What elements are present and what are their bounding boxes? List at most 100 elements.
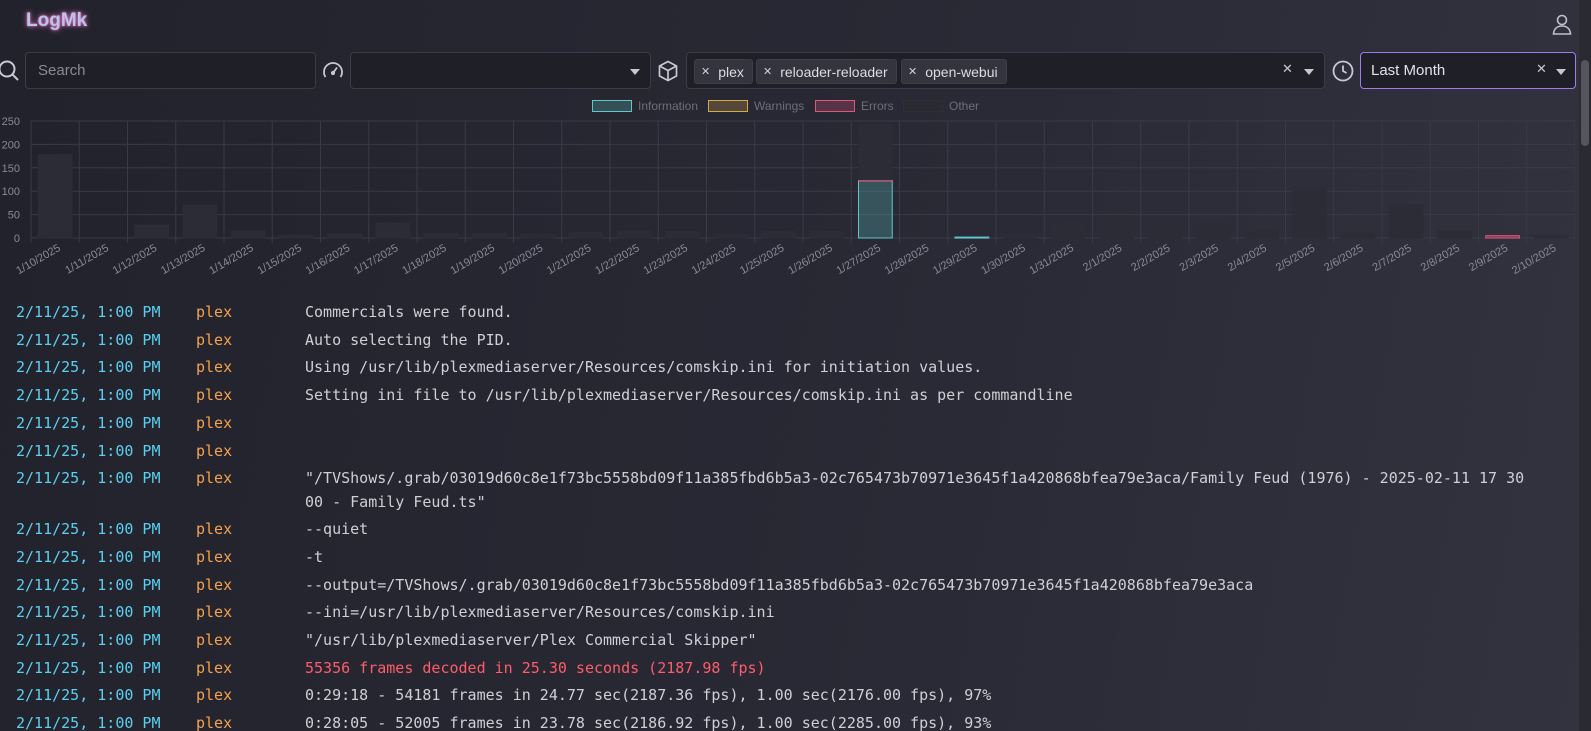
log-message: --output=/TVShows/.grab/03019d60c8e1f73b… bbox=[305, 575, 1254, 594]
source-chip: ✕ open-webui bbox=[901, 59, 1007, 84]
legend-swatch bbox=[903, 100, 943, 112]
bar-other bbox=[1533, 234, 1569, 239]
log-source: plex bbox=[196, 631, 233, 649]
x-tick-label: 1/10/2025 bbox=[14, 242, 62, 277]
log-timestamp: 2/11/25, 1:00 PM bbox=[16, 386, 161, 405]
x-tick-label: 2/8/2025 bbox=[1419, 242, 1462, 274]
level-select[interactable] bbox=[350, 52, 651, 89]
legend-swatch bbox=[708, 100, 748, 112]
bar-other bbox=[1388, 204, 1424, 239]
scrollbar-thumb[interactable] bbox=[1581, 60, 1589, 146]
bar-errors bbox=[1485, 235, 1521, 239]
x-tick-label: 2/5/2025 bbox=[1274, 242, 1317, 274]
bar-other bbox=[1099, 215, 1135, 239]
log-timestamp: 2/11/25, 1:00 PM bbox=[16, 603, 161, 622]
x-tick-label: 1/11/2025 bbox=[63, 242, 111, 276]
bar-other bbox=[1340, 232, 1376, 239]
x-tick-label: 1/24/2025 bbox=[690, 242, 738, 277]
x-tick-label: 1/17/2025 bbox=[352, 242, 400, 277]
x-tick-label: 2/7/2025 bbox=[1371, 242, 1414, 274]
x-tick-label: 1/19/2025 bbox=[448, 242, 496, 277]
source-chip-label: reloader-reloader bbox=[780, 63, 888, 80]
bar-other bbox=[1292, 187, 1328, 239]
bar-other bbox=[1195, 222, 1231, 239]
source-chip-label: plex bbox=[718, 63, 744, 80]
x-tick-label: 1/14/2025 bbox=[207, 242, 255, 277]
log-timestamp: 2/11/25, 1:00 PM bbox=[16, 575, 161, 594]
x-tick-label: 1/20/2025 bbox=[497, 242, 545, 277]
legend-label: Warnings bbox=[754, 99, 805, 113]
log-source: plex bbox=[196, 603, 233, 622]
y-tick-label: 200 bbox=[2, 139, 20, 151]
log-timestamp: 2/11/25, 1:00 PM bbox=[16, 413, 161, 432]
chevron-down-icon[interactable] bbox=[630, 69, 640, 75]
x-tick-label: 1/15/2025 bbox=[255, 242, 303, 277]
x-tick-label: 1/13/2025 bbox=[159, 242, 207, 277]
log-source: plex bbox=[196, 386, 233, 405]
legend-item-warnings[interactable]: Warnings bbox=[708, 99, 804, 113]
log-message: Using /usr/lib/plexmediaserver/Resources… bbox=[305, 358, 983, 377]
scrollbar[interactable] bbox=[1579, 0, 1591, 731]
log-message: "/TVShows/.grab/03019d60c8e1f73bc5558bd0… bbox=[305, 469, 1534, 512]
x-tick-label: 1/27/2025 bbox=[834, 242, 882, 277]
log-source: plex bbox=[196, 714, 233, 731]
x-tick-label: 1/28/2025 bbox=[883, 242, 931, 277]
chevron-down-icon[interactable] bbox=[1556, 69, 1566, 75]
legend-swatch bbox=[592, 100, 632, 112]
remove-chip-icon[interactable]: ✕ bbox=[908, 65, 917, 78]
clear-time-icon[interactable]: ✕ bbox=[1536, 62, 1547, 77]
clear-sources-icon[interactable]: ✕ bbox=[1282, 62, 1293, 77]
legend-item-other[interactable]: Other bbox=[903, 99, 979, 113]
log-timestamp: 2/11/25, 1:00 PM bbox=[16, 358, 161, 377]
log-timestamp: 2/11/25, 1:00 PM bbox=[16, 714, 161, 731]
log-message: Auto selecting the PID. bbox=[305, 330, 513, 349]
legend-label: Information bbox=[638, 99, 699, 113]
log-timestamp: 2/11/25, 1:00 PM bbox=[16, 469, 161, 488]
log-source: plex bbox=[196, 303, 233, 321]
legend-item-information[interactable]: Information bbox=[592, 99, 698, 113]
bar-other bbox=[1050, 222, 1086, 239]
bar-other bbox=[857, 123, 893, 180]
log-timestamp: 2/11/25, 1:00 PM bbox=[16, 631, 161, 649]
app-logo: LogMk bbox=[26, 10, 88, 31]
gauge-icon bbox=[323, 62, 343, 78]
remove-chip-icon[interactable]: ✕ bbox=[701, 65, 710, 78]
search-input[interactable] bbox=[26, 53, 315, 88]
bar-other bbox=[230, 230, 266, 239]
log-message: Setting ini file to /usr/lib/plexmediase… bbox=[305, 386, 1073, 405]
search-icon bbox=[0, 60, 19, 81]
log-message: 0:28:05 - 52005 frames in 23.78 sec(2186… bbox=[305, 714, 992, 731]
source-multiselect[interactable]: ✕ plex ✕ reloader-reloader ✕ open-webui … bbox=[686, 52, 1325, 89]
log-timestamp: 2/11/25, 1:00 PM bbox=[16, 520, 161, 539]
x-tick-label: 1/31/2025 bbox=[1027, 242, 1075, 277]
bar-other bbox=[568, 231, 604, 239]
time-range-select[interactable]: Last Month ✕ bbox=[1360, 52, 1576, 89]
bar-other bbox=[713, 233, 749, 239]
log-source: plex bbox=[196, 686, 233, 705]
y-tick-label: 250 bbox=[2, 116, 20, 128]
user-icon[interactable] bbox=[1550, 12, 1574, 36]
legend-label: Other bbox=[949, 99, 980, 113]
log-source: plex bbox=[196, 330, 233, 349]
bar-other bbox=[278, 234, 314, 239]
x-tick-label: 1/26/2025 bbox=[786, 242, 834, 277]
x-tick-label: 1/29/2025 bbox=[931, 242, 979, 277]
x-tick-label: 1/16/2025 bbox=[304, 242, 352, 277]
source-chip: ✕ plex bbox=[694, 59, 753, 84]
source-chip: ✕ reloader-reloader bbox=[756, 59, 897, 84]
x-tick-label: 2/1/2025 bbox=[1081, 242, 1124, 274]
chevron-down-icon[interactable] bbox=[1304, 69, 1314, 75]
log-message: Commercials were found. bbox=[305, 303, 513, 321]
log-timestamp: 2/11/25, 1:00 PM bbox=[16, 547, 161, 566]
x-tick-label: 1/22/2025 bbox=[593, 242, 641, 277]
bar-other bbox=[616, 230, 652, 239]
x-tick-label: 1/21/2025 bbox=[545, 242, 593, 277]
remove-chip-icon[interactable]: ✕ bbox=[763, 65, 772, 78]
log-source: plex bbox=[196, 658, 233, 677]
x-tick-label: 1/12/2025 bbox=[111, 242, 159, 277]
log-source: plex bbox=[196, 575, 233, 594]
log-source: plex bbox=[196, 358, 233, 377]
log-timestamp: 2/11/25, 1:00 PM bbox=[16, 330, 161, 349]
bar-other bbox=[327, 233, 363, 239]
legend-item-errors[interactable]: Errors bbox=[815, 99, 894, 113]
